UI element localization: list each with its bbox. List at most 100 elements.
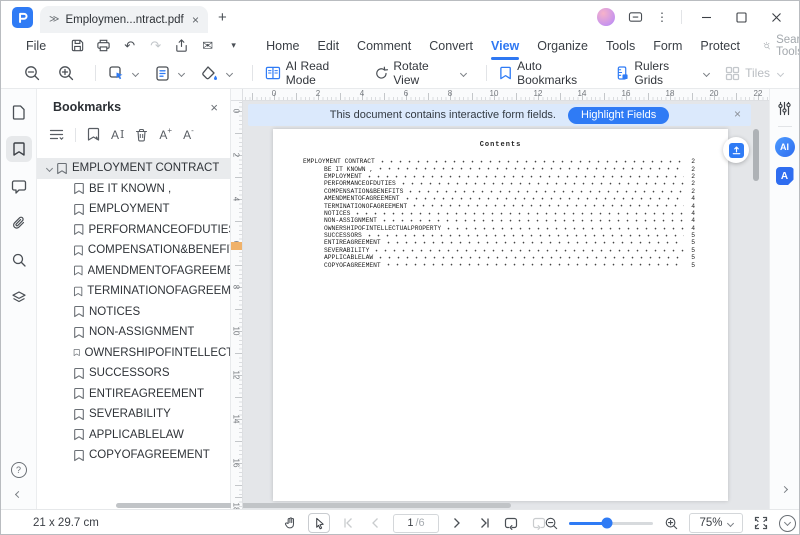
attachments-panel-icon[interactable] — [6, 210, 32, 236]
previous-page-icon[interactable] — [366, 514, 384, 532]
zoom-in-button[interactable] — [57, 64, 75, 82]
horizontal-scrollbar[interactable] — [116, 503, 511, 508]
bookmark-item[interactable]: SEVERABILITY — [37, 404, 230, 425]
undo-icon[interactable]: ↶ — [120, 36, 139, 55]
bookmark-item[interactable]: NON-ASSIGNMENT — [37, 322, 230, 343]
save-icon[interactable] — [68, 36, 87, 55]
menu-item[interactable]: Protect — [691, 35, 749, 57]
collapse-bookmarks-icon[interactable]: A- — [183, 126, 194, 141]
auto-bookmarks-button[interactable]: Auto Bookmarks — [499, 59, 600, 87]
redo-icon[interactable]: ↷ — [146, 36, 165, 55]
bookmark-item[interactable]: EMPLOYMENT CONTRACT — [37, 158, 230, 179]
ruler-label: 12 — [232, 370, 241, 380]
document-tab[interactable]: ≫ Employmen...ntract.pdf * × — [40, 6, 208, 33]
first-page-icon[interactable] — [339, 514, 357, 532]
layers-panel-icon[interactable] — [6, 284, 32, 310]
tab-close-icon[interactable]: × — [192, 14, 199, 26]
bookmark-item[interactable]: COPYOFAGREEMENT — [37, 445, 230, 466]
view-toolbar: AI Read Mode Rotate View Auto Bookmarks … — [1, 58, 799, 89]
rotate-view-button[interactable]: Rotate View — [374, 59, 468, 87]
tab-title: Employmen...ntract.pdf * — [65, 13, 186, 26]
bookmark-item[interactable]: OWNERSHIPOFINTELLECTUALPROPERTY — [37, 343, 230, 364]
customize-toolbar-icon[interactable]: ▾ — [224, 36, 243, 55]
menu-item[interactable]: View — [482, 35, 528, 60]
translate-icon[interactable]: A — [775, 167, 794, 185]
left-strip-bottom: ? — [10, 462, 27, 509]
bookmark-options-icon[interactable] — [49, 128, 64, 141]
share-icon[interactable] — [172, 36, 191, 55]
properties-panel-icon[interactable] — [777, 101, 792, 116]
expand-panel-icon[interactable] — [780, 485, 789, 494]
page-display-button[interactable] — [154, 65, 185, 82]
rename-bookmark-icon[interactable]: AI — [111, 129, 124, 141]
menu-item[interactable]: Comment — [348, 35, 420, 57]
menu-item[interactable]: Tools — [597, 35, 644, 57]
close-button[interactable] — [765, 6, 787, 28]
bookmark-item[interactable]: AMENDMENTOFAGREEMENT — [37, 261, 230, 282]
bookmarks-panel-icon[interactable] — [5, 136, 32, 162]
bookmark-item[interactable]: BE IT KNOWN , — [37, 179, 230, 200]
menu-item[interactable]: Form — [644, 35, 691, 57]
ai-read-mode-button[interactable]: AI Read Mode — [265, 59, 358, 87]
bookmarks-close-icon[interactable]: × — [210, 101, 218, 114]
collapse-panel-icon[interactable] — [14, 490, 23, 499]
page-number-input[interactable]: 1 /6 — [393, 513, 439, 533]
zoom-slider-thumb[interactable] — [601, 517, 613, 529]
selection-tool-button[interactable] — [108, 65, 139, 82]
fullscreen-icon[interactable] — [752, 514, 770, 532]
notice-close-icon[interactable]: × — [734, 107, 741, 121]
menu-item[interactable]: Edit — [309, 35, 349, 57]
zoom-in-icon[interactable] — [662, 514, 680, 532]
last-page-icon[interactable] — [475, 514, 493, 532]
export-floating-button[interactable] — [723, 137, 749, 163]
help-button[interactable]: ? — [10, 462, 27, 478]
menu-file[interactable]: File — [18, 39, 54, 53]
more-menu-icon[interactable]: ⋮ — [656, 10, 668, 24]
app-logo[interactable] — [12, 6, 33, 28]
collapse-statusbar-icon[interactable] — [779, 514, 796, 532]
ai-assistant-icon[interactable]: AI — [774, 137, 795, 157]
print-icon[interactable] — [94, 36, 113, 55]
chevron-down-icon[interactable] — [45, 164, 54, 172]
comments-panel-icon[interactable] — [6, 173, 32, 199]
search-panel-icon[interactable] — [6, 247, 32, 273]
add-bookmark-icon[interactable] — [87, 127, 100, 142]
zoom-slider[interactable] — [569, 517, 653, 529]
main-area: ? Bookmarks × AI A + A- EMPLOYMENT CONTR… — [1, 89, 799, 509]
zoom-controls: 75% — [542, 513, 796, 533]
zoom-out-button[interactable] — [23, 64, 41, 82]
thumbnails-panel-icon[interactable] — [6, 99, 32, 125]
minimize-button[interactable] — [695, 6, 717, 28]
rulers-grids-button[interactable]: Rulers Grids — [616, 59, 711, 87]
bookmark-item[interactable]: APPLICABLELAW — [37, 425, 230, 446]
previous-view-icon[interactable] — [502, 514, 520, 532]
bookmark-item[interactable]: EMPLOYMENT — [37, 199, 230, 220]
menu-item[interactable]: Organize — [528, 35, 597, 57]
expand-bookmarks-icon[interactable]: A + — [159, 126, 172, 141]
table-of-contents: EMPLOYMENT CONTRACT 2 BE IT KNOWN , 2 EM… — [303, 158, 695, 269]
bookmark-item[interactable]: TERMINATIONOFAGREEMENT — [37, 281, 230, 302]
email-icon[interactable]: ✉ — [198, 36, 217, 55]
hand-tool-icon[interactable] — [281, 514, 299, 532]
highlight-fields-button[interactable]: Highlight Fields — [568, 106, 670, 124]
zoom-out-icon[interactable] — [542, 514, 560, 532]
next-page-icon[interactable] — [448, 514, 466, 532]
tiles-button[interactable]: Tiles — [725, 66, 785, 81]
search-tools[interactable]: Search Tools — [763, 34, 799, 58]
menu-item[interactable]: Home — [257, 35, 308, 57]
bookmark-item[interactable]: NOTICES — [37, 302, 230, 323]
select-tool-icon[interactable] — [308, 513, 330, 533]
user-avatar[interactable] — [597, 8, 615, 26]
menu-item[interactable]: Convert — [420, 35, 482, 57]
vertical-scrollbar[interactable] — [753, 129, 759, 181]
bookmark-item[interactable]: PERFORMANCEOFDUTIES — [37, 220, 230, 241]
feedback-icon[interactable] — [628, 11, 643, 24]
new-tab-button[interactable]: + — [218, 10, 227, 25]
background-tool-button[interactable] — [200, 65, 233, 82]
maximize-button[interactable] — [730, 6, 752, 28]
bookmark-item[interactable]: ENTIREAGREEMENT — [37, 384, 230, 405]
bookmark-item[interactable]: COMPENSATION&BENEFITS — [37, 240, 230, 261]
zoom-level-select[interactable]: 75% — [689, 513, 743, 533]
delete-bookmark-icon[interactable] — [135, 128, 148, 142]
bookmark-item[interactable]: SUCCESSORS — [37, 363, 230, 384]
